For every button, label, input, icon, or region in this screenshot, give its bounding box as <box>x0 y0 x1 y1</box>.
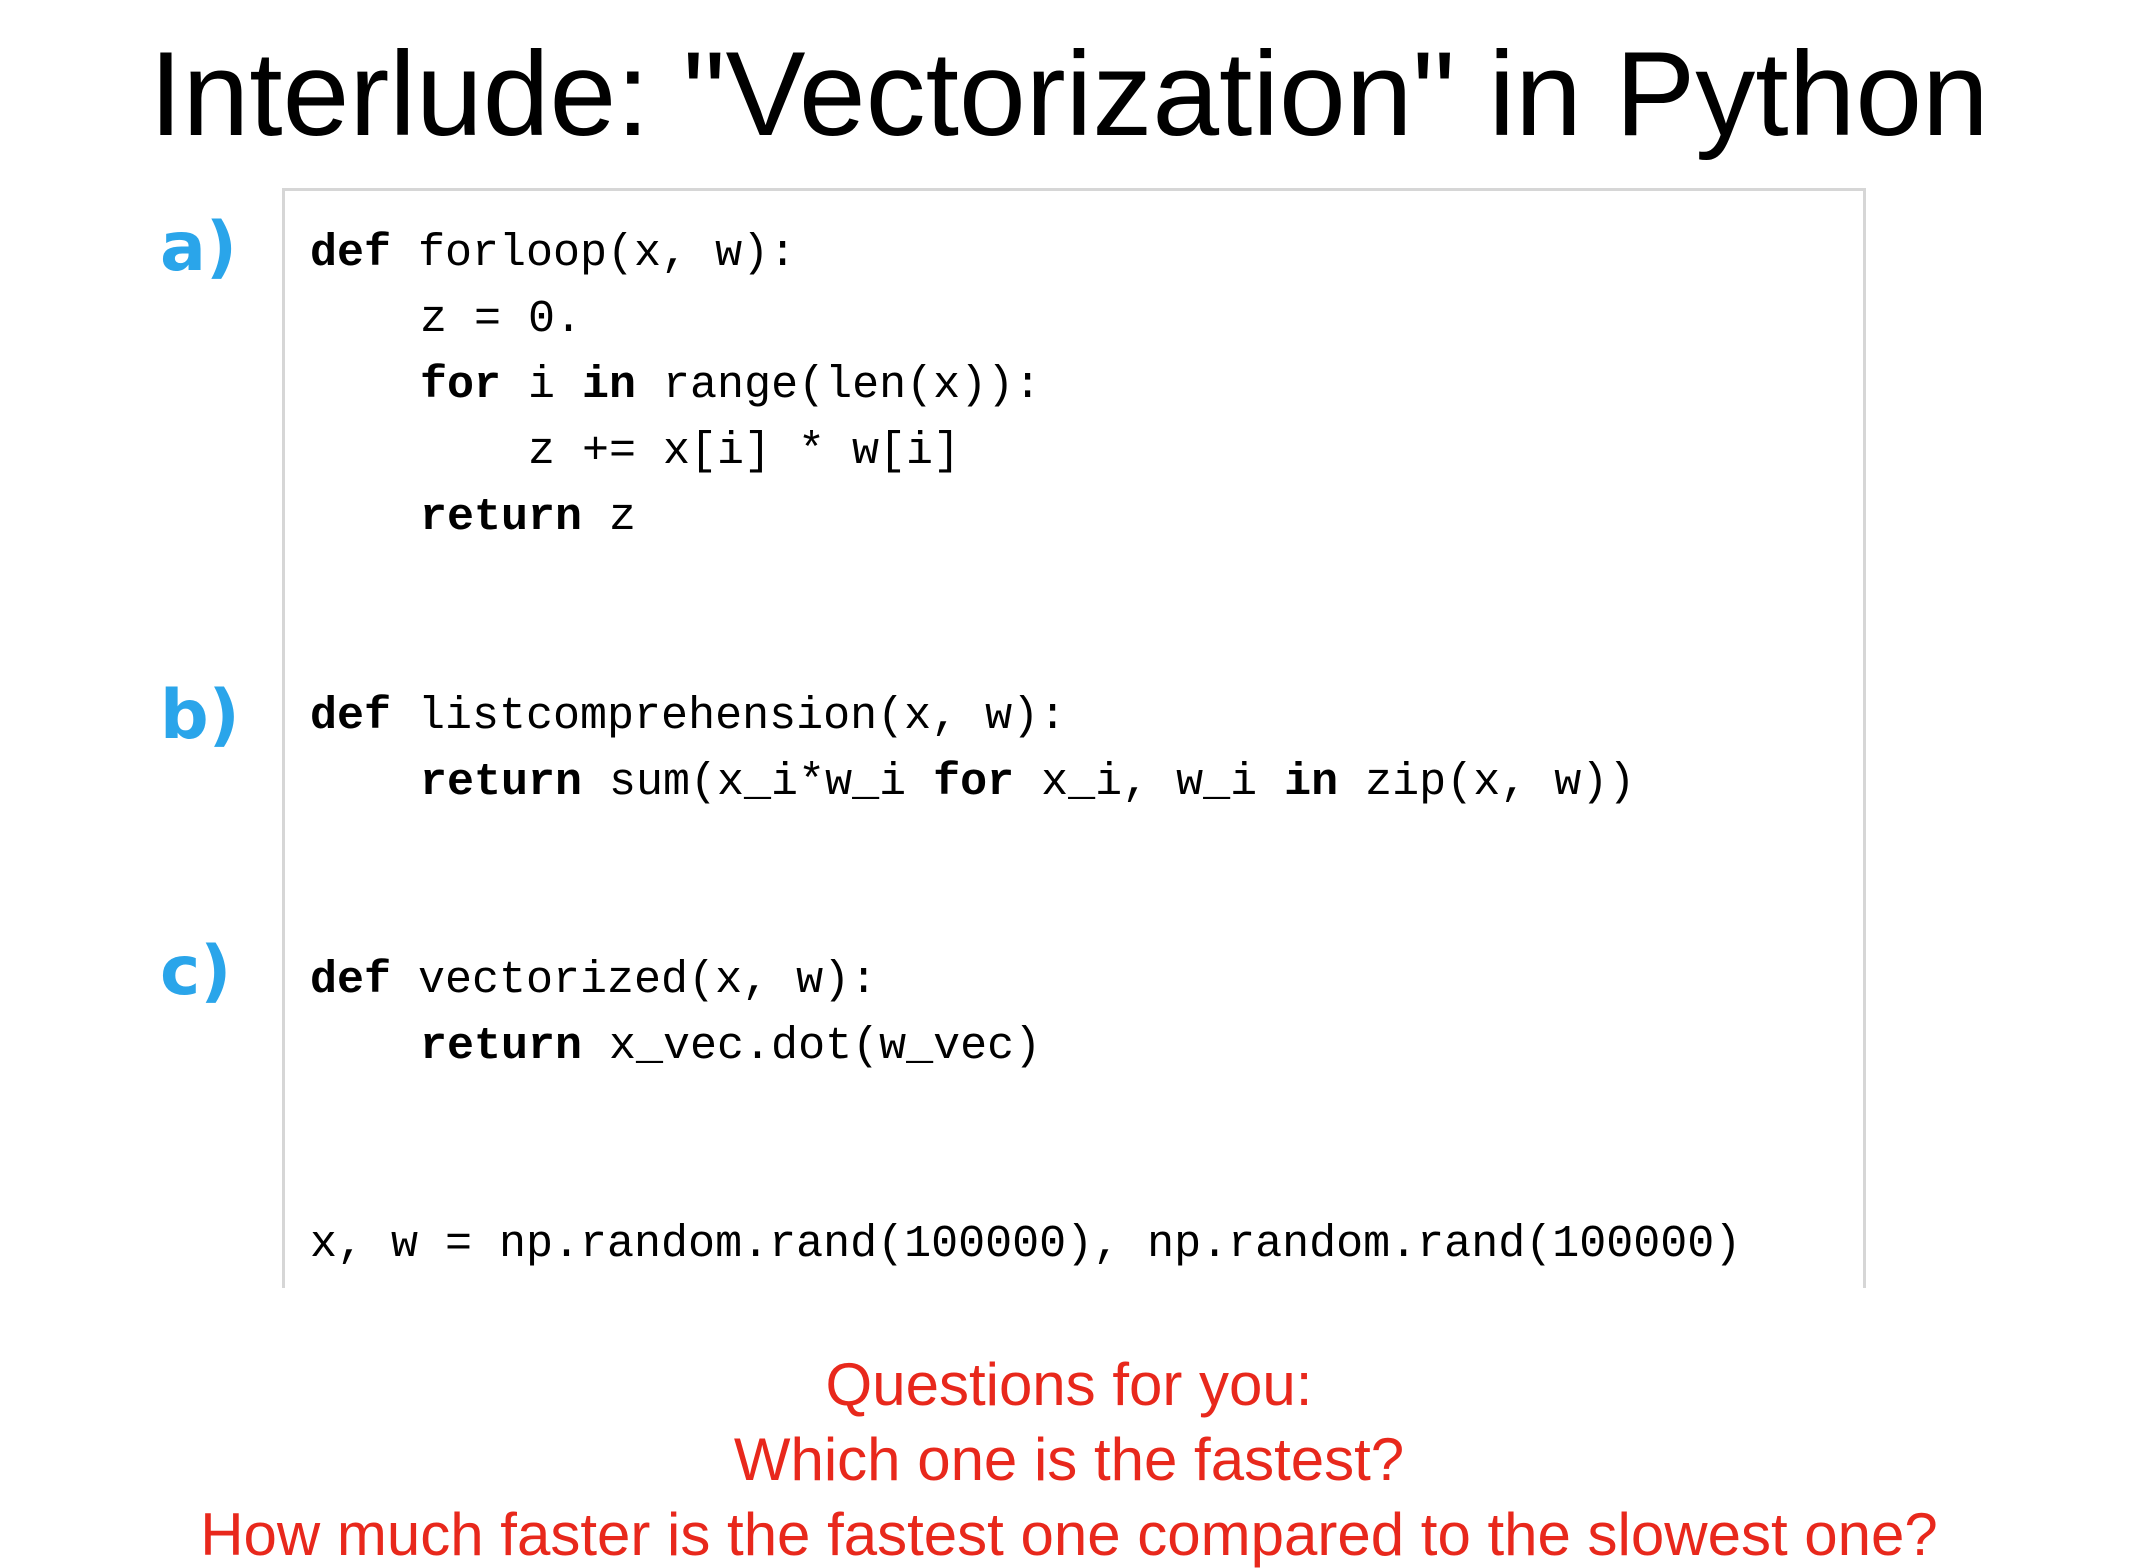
code-listcomp-def: def listcomprehension(x, w): <box>310 694 1066 739</box>
slide-title: Interlude: "Vectorization" in Python <box>149 27 1989 161</box>
keyword-def: def <box>310 691 392 742</box>
code-text: zip(x, w)) <box>1338 757 1636 808</box>
keyword-def: def <box>310 228 392 279</box>
keyword-def: def <box>310 955 392 1006</box>
label-c: c) <box>160 932 232 1011</box>
code-text: z += x[i] * w[i] <box>528 426 961 477</box>
code-text: x_i, w_i <box>1014 757 1285 808</box>
code-listcomp-return: return sum(x_i*w_i for x_i, w_i in zip(x… <box>420 760 1635 805</box>
code-forloop-def: def forloop(x, w): <box>310 231 796 276</box>
code-vectorized-def: def vectorized(x, w): <box>310 958 877 1003</box>
code-forloop-return: return z <box>420 495 636 540</box>
code-text: range(len(x)): <box>636 360 1042 411</box>
code-forloop-accumulate: z += x[i] * w[i] <box>528 429 960 474</box>
code-text: z = 0. <box>420 294 583 345</box>
code-text: vectorized(x, w): <box>391 955 878 1006</box>
code-text: forloop(x, w): <box>391 228 797 279</box>
code-vectorized-return: return x_vec.dot(w_vec) <box>420 1024 1041 1069</box>
label-a: a) <box>160 208 237 287</box>
code-forloop-for: for i in range(len(x)): <box>420 363 1041 408</box>
question-speedup: How much faster is the fastest one compa… <box>200 1501 1938 1568</box>
code-text: sum(x_i*w_i <box>582 757 934 808</box>
question-heading: Questions for you: <box>825 1351 1313 1418</box>
keyword-return: return <box>420 1021 583 1072</box>
keyword-in: in <box>1284 757 1339 808</box>
code-text: z <box>582 492 637 543</box>
code-text: x_vec.dot(w_vec) <box>582 1021 1042 1072</box>
keyword-for: for <box>420 360 502 411</box>
code-text: listcomprehension(x, w): <box>391 691 1067 742</box>
code-setup: x, w = np.random.rand(100000), np.random… <box>310 1219 1742 1270</box>
keyword-for: for <box>933 757 1015 808</box>
keyword-in: in <box>582 360 637 411</box>
label-b: b) <box>160 676 240 755</box>
keyword-return: return <box>420 492 583 543</box>
keyword-return: return <box>420 757 583 808</box>
question-fastest: Which one is the fastest? <box>733 1426 1405 1493</box>
code-forloop-init: z = 0. <box>420 297 582 342</box>
code-text: i <box>501 360 583 411</box>
